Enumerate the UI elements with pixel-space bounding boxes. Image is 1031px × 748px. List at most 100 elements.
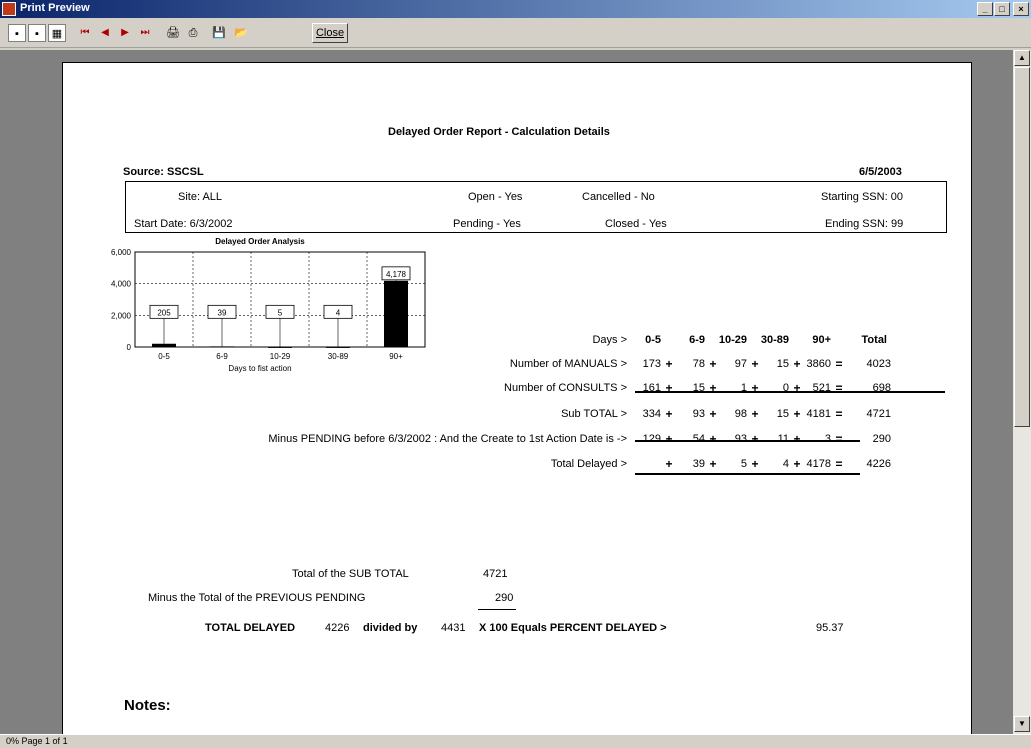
equals-icon: = — [835, 381, 843, 395]
cell-2-2: 1 — [740, 382, 747, 394]
cell-4-3: 11 — [777, 433, 789, 445]
toolbar: ▪ ▪ ▦ ⏮ ◀ ▶ ⏭ 🖨 ⎙ 💾 📂 Close — [0, 18, 1031, 48]
previous-page-icon[interactable]: ◀ — [96, 24, 114, 42]
bar-30-89 — [326, 346, 350, 348]
total-delayed-value: 4226 — [325, 622, 350, 634]
percent-value: 95.37 — [816, 622, 844, 634]
bar-90+ — [384, 280, 408, 347]
cell-1-1: 78 — [692, 358, 705, 370]
vertical-scrollbar[interactable]: ▲ ▼ — [1013, 50, 1031, 734]
cell-3-2: 98 — [734, 408, 747, 420]
x-tick-3: 30-89 — [328, 352, 349, 361]
y-tick-0: 0 — [127, 343, 132, 352]
value-label-3: 4 — [336, 308, 341, 317]
bar-10-29 — [268, 346, 292, 348]
row-label-5: Total Delayed > — [550, 458, 627, 470]
printer-setup-icon[interactable]: 🖨 — [164, 24, 182, 42]
value-label-4: 4,178 — [386, 270, 407, 279]
sub-total-label: Total of the SUB TOTAL — [292, 568, 409, 580]
close-button[interactable]: Close — [312, 23, 348, 43]
cell-4-1: 54 — [692, 433, 705, 445]
cell-1-2: 97 — [734, 358, 747, 370]
cell-2-4: 521 — [812, 382, 831, 394]
scroll-down-icon[interactable]: ▼ — [1014, 716, 1030, 732]
equals-icon: = — [835, 432, 843, 446]
cell-3-3: 15 — [776, 408, 789, 420]
cell-2-1: 15 — [692, 382, 705, 394]
value-label-1: 39 — [218, 308, 227, 317]
cell-4-5: 290 — [872, 433, 891, 445]
x-tick-0: 0-5 — [158, 352, 170, 361]
status-bar: 0% Page 1 of 1 — [0, 734, 1031, 747]
column-header-2: 10-29 — [718, 334, 747, 346]
report-page: Delayed Order Report - Calculation Detai… — [62, 62, 972, 734]
percent-label: X 100 Equals PERCENT DELAYED > — [479, 622, 667, 634]
chart-title: Delayed Order Analysis — [215, 237, 305, 246]
x-tick-2: 10-29 — [270, 352, 291, 361]
prev-pending-label: Minus the Total of the PREVIOUS PENDING — [148, 592, 366, 604]
save-icon[interactable]: 💾 — [210, 24, 228, 42]
prev-pending-value: 290 — [495, 592, 514, 604]
window-title: Print Preview — [20, 2, 90, 14]
row-label-0: Days > — [592, 334, 627, 346]
row-label-2: Number of CONSULTS > — [504, 382, 627, 394]
cell-4-0: 129 — [642, 433, 661, 445]
sub-total-value: 4721 — [483, 568, 508, 580]
cell-4-2: 93 — [734, 433, 747, 445]
page-status: Page 1 of 1 — [21, 736, 68, 746]
close-window-button[interactable]: × — [1013, 2, 1029, 16]
title-bar: Print Preview _ □ × — [0, 0, 1031, 18]
notes-label: Notes: — [124, 697, 171, 714]
column-header-3: 30-89 — [760, 334, 789, 346]
column-header-1: 6-9 — [689, 334, 705, 346]
preview-area[interactable]: Delayed Order Report - Calculation Detai… — [0, 50, 1013, 734]
minimize-button[interactable]: _ — [977, 2, 993, 16]
scroll-up-icon[interactable]: ▲ — [1014, 50, 1030, 66]
cell-1-0: 173 — [642, 358, 661, 370]
cell-5-5: 4226 — [866, 458, 891, 470]
equals-icon: = — [835, 357, 843, 371]
cell-5-3: 4 — [782, 458, 789, 470]
cell-1-5: 4023 — [866, 358, 891, 370]
value-label-2: 5 — [278, 308, 283, 317]
row-label-1: Number of MANUALS > — [509, 358, 627, 370]
column-header-5: Total — [861, 334, 887, 346]
row-label-4: Minus PENDING before 6/3/2002 : And the … — [268, 433, 627, 445]
open-folder-icon[interactable]: 📂 — [232, 24, 250, 42]
first-page-icon[interactable]: ⏮ — [76, 24, 94, 42]
zoom-status: 0% — [6, 736, 20, 746]
multi-page-icon[interactable]: ▦ — [48, 24, 66, 42]
equals-icon: = — [835, 407, 843, 421]
table-rule-3 — [635, 473, 860, 475]
value-label-0: 205 — [157, 308, 171, 317]
column-header-0: 0-5 — [645, 334, 661, 346]
last-page-icon[interactable]: ⏭ — [136, 24, 154, 42]
cell-3-5: 4721 — [866, 408, 891, 420]
maximize-button[interactable]: □ — [994, 2, 1010, 16]
equals-icon: = — [835, 457, 843, 471]
y-tick-2: 4,000 — [111, 280, 132, 289]
cell-5-4: 4178 — [806, 458, 831, 470]
next-page-icon[interactable]: ▶ — [116, 24, 134, 42]
single-page-icon[interactable]: ▪ — [8, 24, 26, 42]
cell-2-3: 0 — [782, 382, 789, 394]
divided-by-label: divided by — [363, 622, 418, 634]
cell-4-4: 3 — [824, 433, 831, 445]
summary-rule — [478, 609, 516, 610]
total-delayed-label: TOTAL DELAYED — [205, 622, 296, 634]
row-label-3: Sub TOTAL > — [561, 408, 627, 420]
bar-0-5 — [152, 343, 176, 347]
y-tick-3: 6,000 — [111, 248, 132, 257]
cell-3-4: 4181 — [806, 408, 831, 420]
x-tick-1: 6-9 — [216, 352, 228, 361]
cell-2-5: 698 — [872, 382, 891, 394]
cell-5-2: 5 — [740, 458, 747, 470]
cell-1-4: 3860 — [806, 358, 831, 370]
two-pages-icon[interactable]: ▪ — [28, 24, 46, 42]
cell-3-0: 334 — [642, 408, 661, 420]
scroll-thumb[interactable] — [1014, 67, 1030, 427]
app-icon — [2, 2, 16, 16]
print-icon[interactable]: ⎙ — [184, 24, 202, 42]
y-tick-1: 2,000 — [111, 311, 132, 320]
cell-2-0: 161 — [642, 382, 661, 394]
